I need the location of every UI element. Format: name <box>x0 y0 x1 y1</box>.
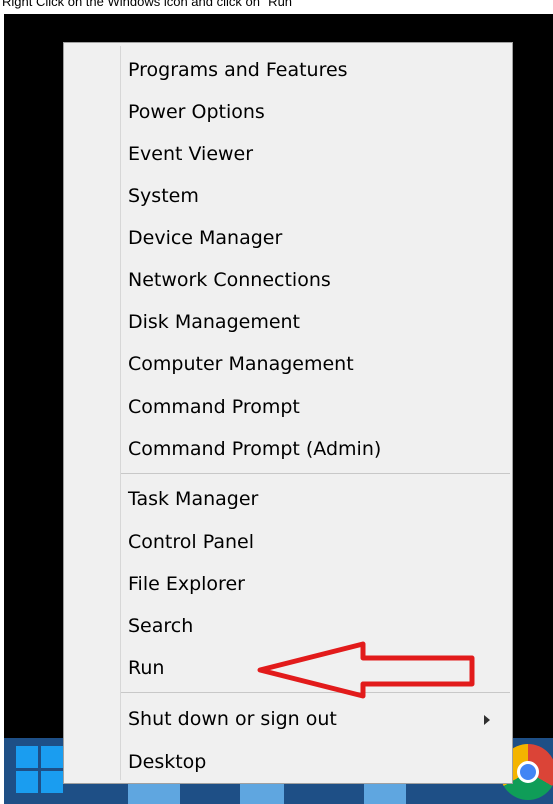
menu-gutter-divider <box>120 46 121 780</box>
menu-item-computer-management[interactable]: Computer Management <box>128 344 354 384</box>
menu-item-device-manager[interactable]: Device Manager <box>128 218 282 258</box>
menu-item-system[interactable]: System <box>128 176 199 216</box>
menu-item-file-explorer[interactable]: File Explorer <box>128 564 245 604</box>
screenshot: Right Click on the Windows icon and clic… <box>0 0 553 804</box>
red-arrow-icon <box>257 641 475 699</box>
menu-item-desktop[interactable]: Desktop <box>128 742 206 782</box>
menu-item-disk-management[interactable]: Disk Management <box>128 302 300 342</box>
menu-item-command-prompt[interactable]: Command Prompt <box>128 387 300 427</box>
menu-item-task-manager[interactable]: Task Manager <box>128 479 258 519</box>
menu-item-event-viewer[interactable]: Event Viewer <box>128 134 253 174</box>
menu-item-network-connections[interactable]: Network Connections <box>128 260 331 300</box>
menu-item-run[interactable]: Run <box>128 648 164 688</box>
menu-item-power-options[interactable]: Power Options <box>128 92 265 132</box>
instruction-caption: Right Click on the Windows icon and clic… <box>2 0 297 9</box>
menu-item-search[interactable]: Search <box>128 606 193 646</box>
windows-start-icon[interactable] <box>16 746 64 794</box>
menu-separator <box>121 473 510 474</box>
menu-item-programs-and-features[interactable]: Programs and Features <box>128 50 348 90</box>
menu-item-control-panel[interactable]: Control Panel <box>128 522 254 562</box>
menu-item-command-prompt-admin[interactable]: Command Prompt (Admin) <box>128 429 381 469</box>
menu-item-shut-down-or-sign-out[interactable]: Shut down or sign out <box>128 699 337 739</box>
chevron-right-icon <box>484 715 490 725</box>
